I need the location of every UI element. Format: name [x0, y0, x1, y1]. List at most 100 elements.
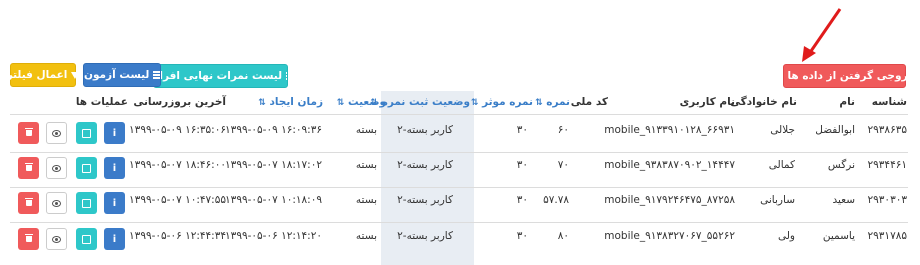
cell-created-at: ۱۳۹۹-۰۵-۰۷ ۱۰:۱۸:۰۹	[225, 194, 322, 206]
cell-status: بسته	[355, 159, 377, 171]
cell-username: mobile_۹۱۷۹۲۴۶۴۷۵_۸۷۲۵۸	[604, 194, 735, 206]
header-effective-grade[interactable]: نمره موثر ⇅	[471, 96, 533, 108]
info-button[interactable]: i	[104, 192, 125, 214]
cell-status: بسته	[355, 230, 377, 242]
view-button[interactable]	[46, 122, 67, 144]
sort-icon: ⇅	[336, 98, 345, 108]
cell-last-name: ساربانی	[760, 194, 795, 206]
edit-icon	[82, 234, 91, 244]
cell-id: ۲۹۳۸۶۳۵	[867, 124, 907, 136]
info-button[interactable]: i	[104, 157, 125, 179]
row-divider	[10, 222, 908, 223]
cell-username: mobile_۹۳۸۳۸۷۰۹۰۲_۱۴۴۴۷	[604, 159, 735, 171]
delete-button[interactable]	[18, 157, 39, 179]
info-icon: i	[112, 233, 117, 245]
sort-icon: ⇅	[470, 98, 479, 108]
final-grades-list-button[interactable]: لیست نمرات نهایی افراد	[153, 64, 288, 88]
cell-username: mobile_۹۱۳۸۳۲۷۰۶۷_۵۵۲۶۲	[604, 230, 735, 242]
header-id[interactable]: شناسه	[872, 96, 907, 108]
header-first-name[interactable]: نام	[839, 96, 855, 108]
eye-icon	[52, 235, 61, 243]
cell-first-name: ابوالفضل	[815, 124, 855, 136]
header-status[interactable]: وضعیت ⇅	[337, 96, 386, 108]
apply-filter-button[interactable]: اعمال فیلتر	[7, 63, 80, 87]
cell-grade-status: کاربر بسته-۲	[397, 230, 453, 242]
cell-updated-at: ۱۳۹۹-۰۵-۰۷ ۱۸:۴۶:۰۰	[129, 159, 226, 171]
eye-icon	[52, 164, 61, 172]
edit-icon	[82, 163, 91, 173]
info-button[interactable]: i	[104, 228, 125, 250]
delete-button[interactable]	[18, 228, 39, 250]
list-icon	[153, 71, 160, 79]
header-updated-at[interactable]: آخرین بروزرسانی	[133, 96, 226, 108]
cell-created-at: ۱۳۹۹-۰۵-۰۶ ۱۲:۱۴:۲۰	[225, 230, 322, 242]
trash-icon	[24, 163, 33, 171]
cell-effective-grade: ۳۰	[516, 124, 528, 136]
header-divider	[10, 114, 908, 115]
export-data-button[interactable]: خروجی گرفتن از داده ها	[773, 64, 916, 88]
list-icon	[286, 72, 287, 80]
exam-list-button[interactable]: لیست آزمون	[83, 63, 161, 87]
info-icon: i	[112, 162, 117, 174]
cell-last-name: جلالی	[770, 124, 795, 136]
cell-grade-status: کاربر بسته-۲	[397, 159, 453, 171]
cell-grade: ۵۷.۷۸	[543, 194, 569, 206]
cell-effective-grade: ۳۰	[516, 159, 528, 171]
cell-effective-grade: ۳۰	[516, 230, 528, 242]
edit-button[interactable]	[76, 228, 97, 250]
cell-grade: ۷۰	[557, 159, 569, 171]
cell-created-at: ۱۳۹۹-۰۵-۰۷ ۱۸:۱۷:۰۲	[225, 159, 322, 171]
header-grade[interactable]: نمره ⇅	[535, 96, 570, 108]
info-icon: i	[112, 197, 117, 209]
cell-effective-grade: ۳۰	[516, 194, 528, 206]
delete-button[interactable]	[18, 192, 39, 214]
cell-id: ۲۹۳۴۴۶۱	[867, 159, 907, 171]
eye-icon	[52, 129, 61, 137]
cell-id: ۲۹۳۰۳۰۳	[867, 194, 907, 206]
header-national-code[interactable]: کد ملی	[571, 96, 608, 108]
cell-updated-at: ۱۳۹۹-۰۵-۰۶ ۱۲:۴۴:۳۴	[129, 230, 226, 242]
cell-username: mobile_۹۱۳۳۹۱۰۱۲۸_۶۶۹۳۱	[604, 124, 735, 136]
edit-button[interactable]	[76, 192, 97, 214]
edit-button[interactable]	[76, 122, 97, 144]
cell-last-name: کمالی	[768, 159, 795, 171]
view-button[interactable]	[46, 157, 67, 179]
cell-first-name: یاسمین	[822, 230, 855, 242]
cell-id: ۲۹۳۱۷۸۵	[867, 230, 907, 242]
sort-icon: ⇅	[535, 98, 543, 108]
view-button[interactable]	[46, 228, 67, 250]
sort-icon: ⇅	[258, 98, 266, 108]
cell-grade-status: کاربر بسته-۲	[397, 194, 453, 206]
header-actions: عملیات ها	[75, 96, 128, 108]
cell-first-name: سعید	[832, 194, 855, 206]
delete-button[interactable]	[18, 122, 39, 144]
edit-icon	[82, 128, 91, 138]
info-icon: i	[112, 127, 117, 139]
cell-status: بسته	[355, 124, 377, 136]
header-last-name[interactable]: نام خانوادگی	[730, 96, 797, 108]
export-caret-icon	[773, 74, 780, 78]
cell-last-name: ولی	[777, 230, 795, 242]
cell-first-name: نرگس	[827, 159, 855, 171]
filter-icon	[71, 71, 80, 79]
cell-grade-status: کاربر بسته-۲	[397, 124, 453, 136]
eye-icon	[52, 199, 61, 207]
row-divider	[10, 152, 908, 153]
cell-created-at: ۱۳۹۹-۰۵-۰۹ ۱۶:۰۹:۳۶	[225, 124, 322, 136]
annotation-arrow-icon	[802, 8, 842, 62]
cell-grade: ۸۰	[557, 230, 569, 242]
edit-button[interactable]	[76, 157, 97, 179]
view-button[interactable]	[46, 192, 67, 214]
edit-icon	[82, 198, 91, 208]
trash-icon	[24, 234, 33, 242]
row-divider	[10, 187, 908, 188]
cell-status: بسته	[355, 194, 377, 206]
cell-grade: ۶۰	[557, 124, 569, 136]
info-button[interactable]: i	[104, 122, 125, 144]
cell-updated-at: ۱۳۹۹-۰۵-۰۷ ۱۰:۴۷:۵۵	[129, 194, 226, 206]
trash-icon	[24, 128, 33, 136]
header-created-at[interactable]: زمان ایجاد ⇅	[258, 96, 323, 108]
cell-updated-at: ۱۳۹۹-۰۵-۰۹ ۱۶:۳۵:۰۶	[129, 124, 226, 136]
trash-icon	[24, 198, 33, 206]
header-username[interactable]: نام کاربری	[680, 96, 735, 108]
